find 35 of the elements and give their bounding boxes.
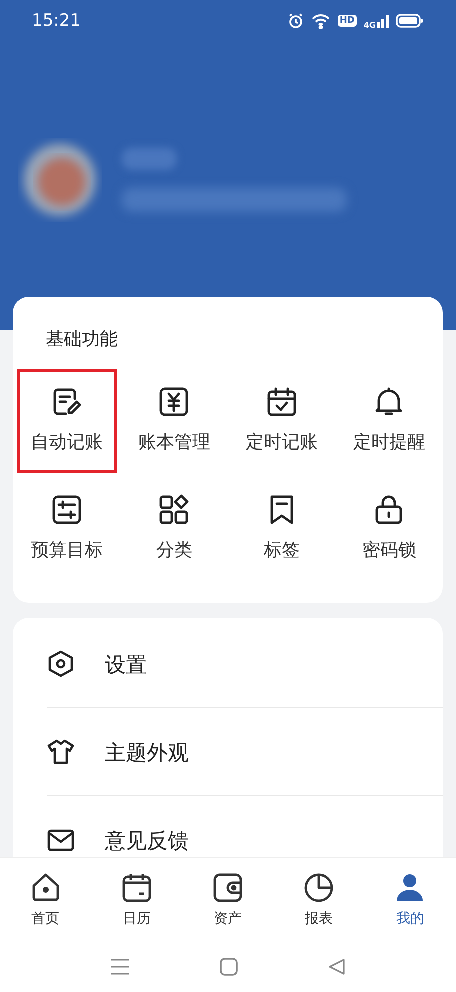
- calendar-icon: [120, 872, 153, 904]
- back-icon[interactable]: [328, 958, 346, 976]
- section-title: 基础功能: [45, 328, 119, 351]
- menu-item[interactable]: 主题外观: [47, 708, 443, 796]
- shirt-icon: [47, 738, 75, 766]
- grid-icon: [158, 494, 190, 526]
- signal-icon: [377, 14, 389, 28]
- nav-tab[interactable]: 日历: [91, 858, 182, 941]
- nav-tab[interactable]: 报表: [274, 858, 365, 941]
- hd-badge: HD: [338, 15, 357, 27]
- wifi-icon: [310, 13, 331, 29]
- feature-item[interactable]: 定时记账: [232, 369, 332, 473]
- calendar-check-icon: [266, 386, 298, 418]
- nav-tab[interactable]: 首页: [0, 858, 92, 941]
- nav-tab[interactable]: 我的: [364, 858, 456, 941]
- feature-item[interactable]: 分类: [124, 477, 224, 581]
- feature-item[interactable]: 密码锁: [340, 477, 439, 581]
- home-key-icon[interactable]: [220, 958, 238, 976]
- network-label: 4G: [364, 20, 376, 30]
- menu-item[interactable]: 设置: [47, 620, 443, 708]
- feature-item[interactable]: 账本管理: [124, 369, 224, 473]
- yen-icon: [158, 386, 190, 418]
- alarm-icon: [288, 13, 304, 29]
- feature-item[interactable]: 预算目标: [17, 477, 116, 581]
- feature-item[interactable]: 定时提醒: [340, 369, 439, 473]
- wallet-icon: [212, 872, 244, 904]
- nav-tab[interactable]: 资产: [182, 858, 274, 941]
- settings-icon: [47, 650, 75, 678]
- pie-chart-icon: [303, 872, 336, 904]
- feature-item[interactable]: 标签: [232, 477, 332, 581]
- feature-item[interactable]: 自动记账: [17, 369, 116, 473]
- sliders-icon: [50, 494, 83, 526]
- battery-icon: [396, 13, 424, 29]
- status-time: 15:21: [32, 11, 81, 31]
- menu-icon[interactable]: [110, 958, 130, 976]
